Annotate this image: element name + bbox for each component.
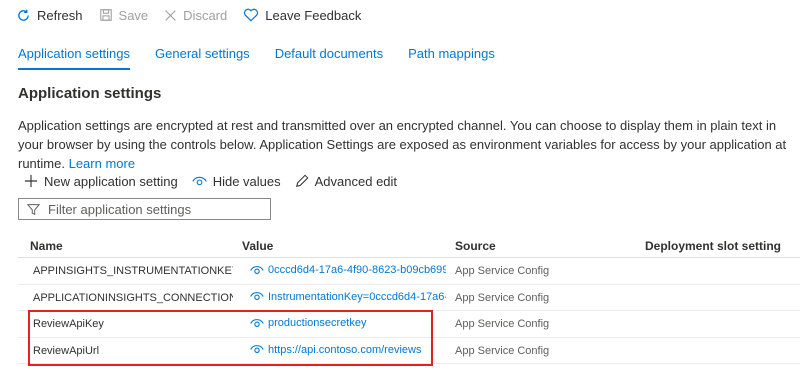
save-icon: [99, 9, 112, 21]
new-setting-label: New application setting: [44, 173, 178, 189]
setting-value-link[interactable]: InstrumentationKey=0cccd6d4-17a6-4f9: [250, 291, 446, 303]
save-button[interactable]: Save: [99, 7, 149, 23]
setting-source: App Service Config: [455, 291, 550, 304]
column-header-value[interactable]: Value: [242, 239, 273, 253]
command-toolbar: Refresh Save Discard Leave Feedback: [0, 0, 800, 30]
hide-values-label: Hide values: [212, 173, 281, 189]
setting-value: InstrumentationKey=0cccd6d4-17a6-4f9: [268, 290, 446, 303]
new-application-setting-button[interactable]: New application setting: [24, 174, 178, 189]
setting-source: App Service Config: [455, 344, 550, 357]
refresh-icon: [18, 9, 29, 21]
grid-header: Name Value Source Deployment slot settin…: [18, 234, 800, 258]
setting-value-link[interactable]: productionsecretkey: [250, 317, 446, 329]
eye-icon: [250, 292, 264, 300]
hide-values-button[interactable]: Hide values: [192, 174, 281, 189]
eye-icon: [250, 318, 264, 327]
setting-value: https://api.contoso.com/reviews: [268, 343, 422, 356]
setting-value-link[interactable]: 0cccd6d4-17a6-4f90-8623-b09cb69953: [250, 264, 446, 276]
tab-path-mappings[interactable]: Path mappings: [408, 38, 495, 70]
column-header-slot-setting[interactable]: Deployment slot setting: [645, 239, 781, 253]
settings-grid: Name Value Source Deployment slot settin…: [18, 234, 800, 364]
advanced-edit-button[interactable]: Advanced edit: [295, 174, 397, 189]
refresh-label: Refresh: [37, 7, 83, 23]
discard-label: Discard: [183, 7, 228, 23]
filter-box: [18, 198, 271, 220]
edit-icon: [295, 174, 309, 187]
leave-feedback-button[interactable]: Leave Feedback: [243, 8, 361, 23]
advanced-edit-label: Advanced edit: [314, 173, 398, 189]
column-header-source[interactable]: Source: [455, 239, 496, 253]
save-label: Save: [118, 7, 149, 23]
setting-name[interactable]: ReviewApiKey: [33, 318, 233, 330]
setting-source: App Service Config: [455, 318, 550, 330]
setting-source: App Service Config: [455, 265, 550, 277]
discard-button[interactable]: Discard: [164, 8, 227, 23]
eye-icon: [250, 265, 264, 274]
section-title: Application settings: [18, 85, 162, 102]
setting-value-link[interactable]: https://api.contoso.com/reviews: [250, 344, 446, 356]
setting-name[interactable]: APPLICATIONINSIGHTS_CONNECTION_STRIN: [33, 292, 233, 304]
table-row[interactable]: ReviewApiKey productionsecretkey App Ser…: [18, 311, 800, 338]
filter-input[interactable]: [48, 201, 258, 217]
refresh-button[interactable]: Refresh: [16, 8, 83, 23]
setting-value: productionsecretkey: [268, 317, 367, 329]
tab-application-settings[interactable]: Application settings: [18, 38, 131, 70]
section-description: Application settings are encrypted at re…: [18, 116, 798, 173]
table-row[interactable]: APPINSIGHTS_INSTRUMENTATIONKEY 0cccd6d4-…: [18, 258, 800, 285]
tab-general-settings[interactable]: General settings: [155, 38, 250, 70]
settings-tabs: Application settings General settings De…: [18, 38, 520, 70]
learn-more-link[interactable]: Learn more: [69, 156, 135, 171]
table-row[interactable]: ReviewApiUrl https://api.contoso.com/rev…: [18, 338, 800, 364]
discard-icon: [165, 9, 176, 21]
eye-icon: [250, 345, 264, 353]
setting-name[interactable]: APPINSIGHTS_INSTRUMENTATIONKEY: [33, 265, 233, 277]
plus-icon: [24, 174, 38, 188]
eye-icon: [192, 176, 207, 185]
setting-value: 0cccd6d4-17a6-4f90-8623-b09cb69953: [268, 264, 446, 276]
table-row[interactable]: APPLICATIONINSIGHTS_CONNECTION_STRIN Ins…: [18, 285, 800, 311]
tab-default-documents[interactable]: Default documents: [275, 38, 383, 70]
setting-name[interactable]: ReviewApiUrl: [33, 345, 233, 357]
leave-feedback-label: Leave Feedback: [265, 7, 362, 23]
filter-icon: [27, 203, 40, 215]
heart-icon: [244, 8, 259, 22]
column-header-name[interactable]: Name: [30, 239, 63, 253]
settings-command-bar: New application setting Hide values Adva…: [24, 172, 411, 190]
